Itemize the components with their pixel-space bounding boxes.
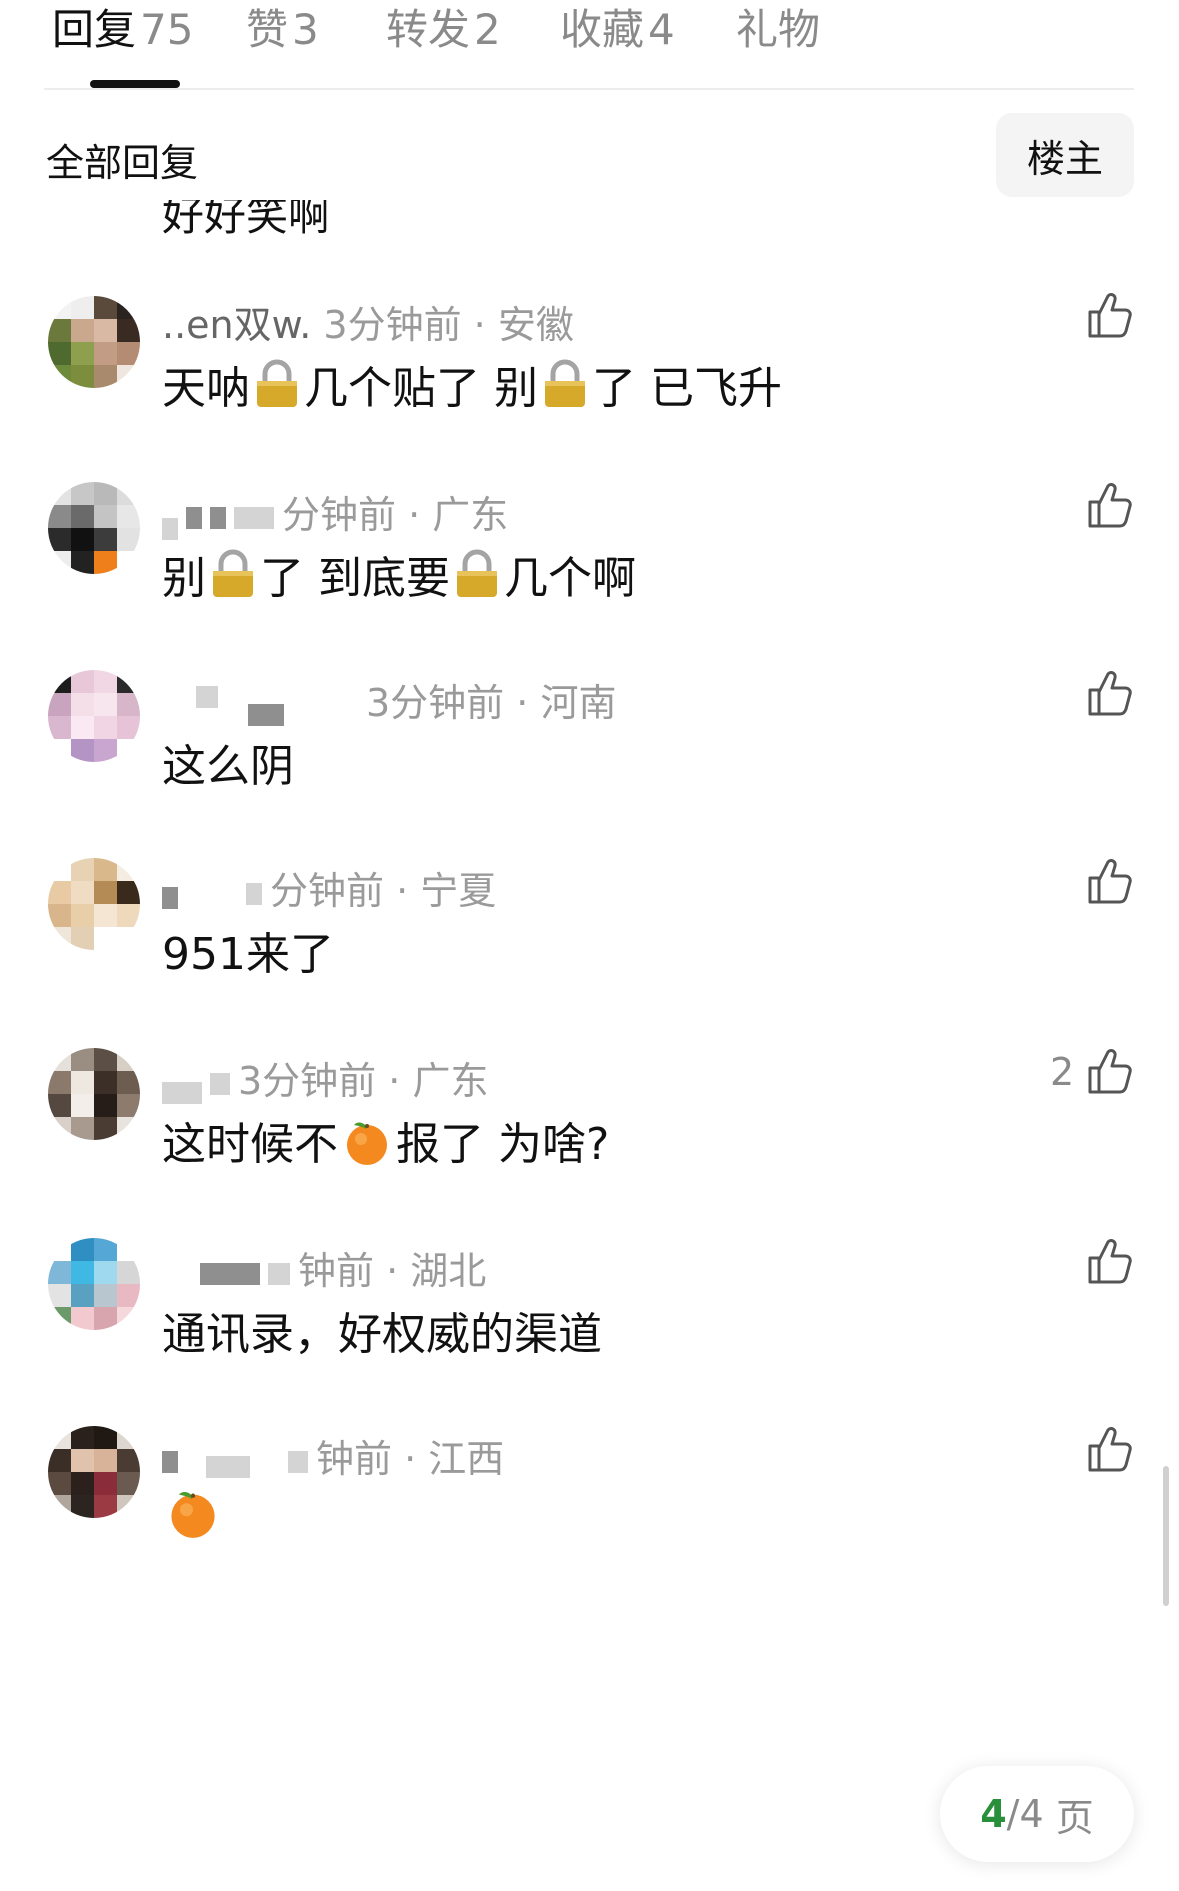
comment-text: 951来了	[162, 929, 334, 980]
avatar[interactable]	[48, 1048, 140, 1140]
tab-reposts[interactable]: 转发2	[386, 0, 501, 57]
tangerine-emoji-icon	[171, 1491, 215, 1538]
comment-text: 这时候不 报了 为啥?	[162, 1119, 610, 1170]
tab-bar: 回复75 赞3 转发2 收藏4 礼物	[0, 0, 1179, 90]
comment-item[interactable]: 3分钟前 · 广东 这时候不 报了 为啥? 2	[0, 1046, 1179, 1246]
avatar[interactable]	[48, 296, 140, 388]
comment-item[interactable]: ..en双w. 3分钟前 · 安徽 天呐 几个贴了 别了 已飞升	[0, 290, 1179, 490]
page-total: /4	[1006, 1792, 1044, 1836]
comment-meta: 3分钟前 · 广东	[162, 1050, 488, 1105]
comment-meta: 3分钟前 · 河南	[196, 672, 616, 727]
avatar[interactable]	[48, 1238, 140, 1330]
avatar[interactable]	[48, 670, 140, 762]
comment-text	[162, 1486, 224, 1543]
comment-text: 别了 到底要 几个啊	[162, 542, 636, 606]
avatar[interactable]	[48, 482, 140, 574]
comment-text: 通讯录，好权威的渠道	[162, 1309, 602, 1360]
page-current: 4	[980, 1792, 1007, 1836]
lock-emoji-icon	[213, 549, 253, 597]
comment-item[interactable]: 分钟前 · 宁夏 951来了	[0, 856, 1179, 1056]
tab-replies[interactable]: 回复75	[52, 0, 193, 57]
clipped-comment-text: 好好笑啊	[162, 200, 331, 240]
lock-emoji-icon	[457, 549, 497, 597]
thumbs-up-icon[interactable]	[1086, 856, 1134, 906]
page-unit: 页	[1055, 1795, 1094, 1840]
thumbs-up-icon[interactable]	[1086, 480, 1134, 530]
scrollbar[interactable]	[1163, 1466, 1169, 1606]
comment-meta: 分钟前 · 宁夏	[162, 860, 496, 915]
thumbs-up-icon[interactable]	[1086, 290, 1134, 340]
lock-emoji-icon	[257, 359, 297, 407]
comment-item[interactable]: 钟前 · 江西	[0, 1424, 1179, 1624]
thumbs-up-icon[interactable]	[1086, 1424, 1134, 1474]
thumbs-up-icon[interactable]	[1086, 1236, 1134, 1286]
avatar[interactable]	[48, 858, 140, 950]
tab-favorites[interactable]: 收藏4	[560, 0, 675, 57]
comment-item[interactable]: 分钟前 · 广东 别了 到底要 几个啊	[0, 480, 1179, 680]
comment-item[interactable]: 钟前 · 湖北 通讯录，好权威的渠道	[0, 1236, 1179, 1436]
thumbs-up-icon[interactable]	[1086, 1046, 1134, 1096]
tangerine-emoji-icon	[347, 1122, 387, 1165]
lock-emoji-icon	[545, 359, 585, 407]
like-count: 2	[1050, 1050, 1075, 1094]
comment-meta: 钟前 · 湖北	[200, 1240, 486, 1295]
avatar[interactable]	[48, 1426, 140, 1518]
active-tab-indicator	[90, 80, 180, 88]
thumbs-up-icon[interactable]	[1086, 668, 1134, 718]
page-indicator[interactable]: 4/4 页	[940, 1766, 1134, 1862]
owner-filter-button[interactable]: 楼主	[996, 113, 1134, 197]
comment-meta: ..en双w. 3分钟前 · 安徽	[162, 303, 574, 347]
comment-text: 这么阴	[162, 741, 294, 792]
comment-meta: 分钟前 · 广东	[162, 484, 508, 540]
comment-item[interactable]: 3分钟前 · 河南 这么阴	[0, 668, 1179, 868]
comment-text: 天呐 几个贴了 别了 已飞升	[162, 352, 782, 416]
tab-divider	[44, 88, 1134, 90]
tab-gifts[interactable]: 礼物	[736, 0, 820, 57]
comment-meta: 钟前 · 江西	[162, 1428, 504, 1483]
section-title: 全部回复	[46, 141, 199, 185]
tab-likes[interactable]: 赞3	[246, 0, 319, 57]
